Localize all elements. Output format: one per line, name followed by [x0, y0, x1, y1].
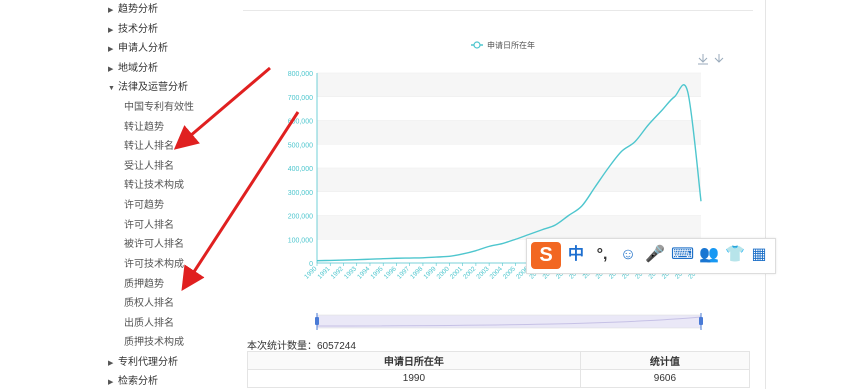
x-tick-label: 2005 — [502, 265, 517, 280]
grid-band — [317, 215, 701, 240]
sidebar-sub-item[interactable]: 许可趋势 — [124, 198, 164, 214]
table-cell: 1990 — [247, 369, 581, 388]
table-header-year[interactable]: 申请日所在年 — [247, 351, 581, 370]
chinese-mode-icon[interactable]: 中 — [567, 245, 585, 265]
skin-icon[interactable]: 👕 — [725, 245, 745, 265]
x-tick-label: 1993 — [343, 265, 358, 280]
punctuation-icon[interactable]: °, — [593, 245, 611, 265]
caret-down-icon: ▼ — [108, 85, 115, 92]
total-count: 本次统计数量：6057244 — [247, 341, 356, 352]
caret-right-icon: ▶ — [108, 27, 114, 34]
line-chart: 申请日所在年 0100,000200,000300,000400,000500,… — [288, 40, 724, 330]
sidebar-item-label: 法律及运营分析 — [118, 82, 188, 93]
sidebar-item-label: 地域分析 — [118, 63, 158, 74]
sidebar-sub-item[interactable]: 中国专利有效性 — [124, 100, 194, 116]
data-zoom-slider[interactable] — [315, 313, 703, 330]
y-tick-label: 200,000 — [288, 214, 313, 221]
x-tick-label: 1994 — [356, 265, 371, 280]
sidebar-sub-item[interactable]: 许可技术构成 — [124, 257, 184, 273]
sidebar-sub-item[interactable]: 转让技术构成 — [124, 178, 184, 194]
x-tick-label: 1990 — [303, 265, 318, 280]
sidebar-sub-item[interactable]: 质押趋势 — [124, 277, 164, 293]
divider — [765, 0, 766, 389]
sidebar-sub-item[interactable]: 许可人排名 — [124, 218, 174, 234]
caret-right-icon: ▶ — [108, 360, 114, 367]
sidebar-item-agency[interactable]: ▶ 专利代理分析 — [108, 355, 178, 371]
download-icon[interactable] — [698, 54, 724, 65]
sidebar-sub-item[interactable]: 出质人排名 — [124, 316, 174, 332]
chart-legend[interactable]: 申请日所在年 — [471, 40, 535, 50]
table-cell: 9606 — [579, 369, 751, 388]
legend-label: 申请日所在年 — [487, 40, 535, 50]
x-tick-label: 2002 — [462, 265, 477, 280]
table-row: 1990 9606 — [247, 369, 751, 388]
x-tick-label: 1999 — [422, 265, 437, 280]
grid-band — [317, 168, 701, 192]
table-header-value[interactable]: 统计值 — [579, 351, 751, 370]
sidebar-item-label: 申请人分析 — [118, 43, 168, 54]
sidebar-item-search[interactable]: ▶ 检索分析 — [108, 374, 158, 390]
sidebar-item-label: 技术分析 — [118, 24, 158, 35]
sidebar-sub-item[interactable]: 被许可人排名 — [124, 237, 184, 253]
y-tick-label: 700,000 — [288, 95, 313, 102]
sidebar-item-legal[interactable]: ▼ 法律及运营分析 — [108, 80, 188, 96]
microphone-icon[interactable]: 🎤 — [645, 245, 665, 265]
sidebar-item-trend[interactable]: ▶ 趋势分析 — [108, 2, 158, 18]
sidebar: ▶ 趋势分析 ▶ 技术分析 ▶ 申请人分析 ▶ 地域分析 ▼ 法律及运营分析 中国专利有效… — [0, 0, 240, 389]
y-tick-label: 100,000 — [288, 237, 313, 244]
x-tick-label: 1998 — [409, 265, 424, 280]
sidebar-sub-item[interactable]: 质权人排名 — [124, 296, 174, 312]
x-tick-label: 1991 — [316, 265, 331, 280]
user-icon[interactable]: 👥 — [699, 245, 719, 265]
sidebar-item-tech[interactable]: ▶ 技术分析 — [108, 22, 158, 38]
x-tick-label: 1992 — [330, 265, 345, 280]
ime-toolbar[interactable]: S 中 °, ☺ 🎤 ⌨ 👥 👕 ▦ — [526, 238, 776, 274]
stats-table: 申请日所在年 统计值 1990 9606 — [247, 351, 751, 388]
sidebar-sub-item[interactable]: 转让趋势 — [124, 120, 164, 136]
y-tick-label: 800,000 — [288, 71, 313, 78]
grid-band — [317, 120, 701, 145]
y-tick-label: 500,000 — [288, 142, 313, 149]
x-tick-label: 2001 — [449, 265, 464, 280]
toolbox-icon[interactable]: ▦ — [749, 245, 769, 265]
x-tick-label: 2004 — [489, 265, 504, 280]
caret-right-icon: ▶ — [108, 46, 114, 53]
divider — [243, 10, 753, 11]
y-tick-label: 600,000 — [288, 119, 313, 126]
y-tick-label: 300,000 — [288, 190, 313, 197]
y-tick-label: 400,000 — [288, 166, 313, 173]
x-tick-label: 1997 — [396, 265, 411, 280]
sidebar-item-applicant[interactable]: ▶ 申请人分析 — [108, 41, 168, 57]
sidebar-item-region[interactable]: ▶ 地域分析 — [108, 61, 158, 77]
x-tick-label: 2003 — [475, 265, 490, 280]
sidebar-sub-item[interactable]: 转让人排名 — [124, 139, 174, 155]
grid-band — [317, 73, 701, 97]
x-tick-label: 1996 — [383, 265, 398, 280]
sidebar-sub-item[interactable]: 质押技术构成 — [124, 335, 184, 351]
emoji-icon[interactable]: ☺ — [619, 245, 637, 265]
x-tick-label: 2000 — [436, 265, 451, 280]
keyboard-icon[interactable]: ⌨ — [671, 245, 694, 265]
sidebar-item-label: 检索分析 — [118, 376, 158, 387]
caret-right-icon: ▶ — [108, 66, 114, 73]
caret-right-icon: ▶ — [108, 7, 114, 14]
sidebar-sub-item[interactable]: 受让人排名 — [124, 159, 174, 175]
sidebar-item-label: 专利代理分析 — [118, 357, 178, 368]
sogou-logo-icon[interactable]: S — [531, 242, 561, 269]
x-tick-label: 1995 — [369, 265, 384, 280]
sidebar-item-label: 趋势分析 — [118, 4, 158, 15]
